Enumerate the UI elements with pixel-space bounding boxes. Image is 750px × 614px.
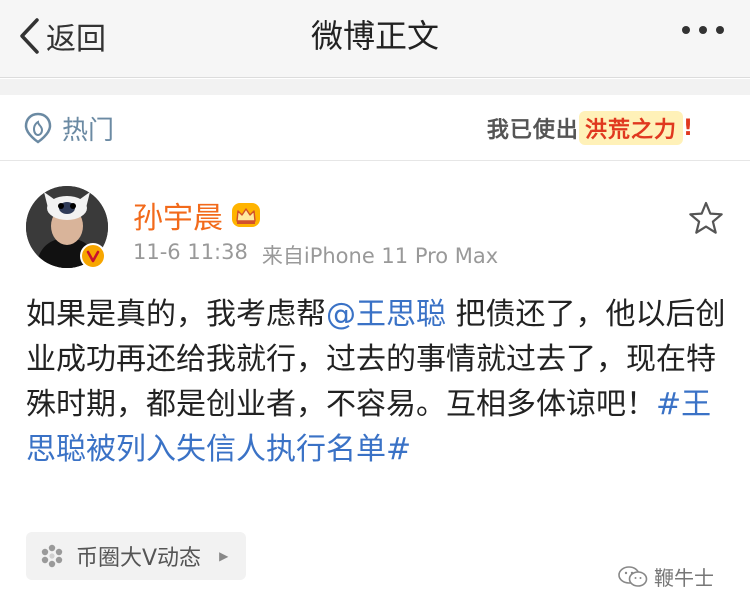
tab-hot[interactable]: 热门 xyxy=(24,108,114,148)
source-chip[interactable]: 币圈大V动态 ▶ xyxy=(26,532,247,580)
dot-icon xyxy=(699,26,707,34)
section-divider xyxy=(0,79,750,95)
wechat-icon xyxy=(618,565,648,587)
post-text-part-1: 如果是真的，我考虑帮 xyxy=(26,297,326,332)
verified-v-icon xyxy=(86,250,100,263)
username: 孙宇晨 xyxy=(133,201,223,236)
slogan-suffix: ! xyxy=(682,115,694,141)
navigation-bar: 返回 微博正文 xyxy=(0,0,750,78)
post-body: 如果是真的，我考虑帮@王思聪 把债还了，他以后创业成功再还给我就行，过去的事情就… xyxy=(26,292,726,472)
slogan-highlight: 洪荒之力 xyxy=(578,111,683,145)
dot-icon xyxy=(682,26,690,34)
post-source: 来自iPhone 11 Pro Max xyxy=(261,244,499,268)
watermark: 鞭牛士 xyxy=(618,562,714,591)
slogan-banner: 我已使出 洪荒之力 ! xyxy=(486,111,694,145)
tab-hot-label: 热门 xyxy=(62,115,115,146)
source-chip-label: 币圈大V动态 xyxy=(76,546,202,571)
post-date: 11-6 11:38 xyxy=(133,240,248,264)
username-link[interactable]: 孙宇晨 xyxy=(133,193,261,237)
verified-badge xyxy=(80,243,106,269)
hot-bar: 热门 我已使出 洪荒之力 ! xyxy=(0,95,750,161)
dot-icon xyxy=(716,26,724,34)
slogan-prefix: 我已使出 xyxy=(486,118,579,143)
hot-icon xyxy=(24,112,52,144)
more-menu-button[interactable] xyxy=(682,26,724,34)
triangle-right-icon: ▶ xyxy=(219,549,229,563)
mention-link[interactable]: @王思聪 xyxy=(326,297,446,332)
watermark-label: 鞭牛士 xyxy=(654,566,714,590)
post-meta: 11-6 11:38 来自iPhone 11 Pro Max xyxy=(133,240,498,270)
pinwheel-icon xyxy=(41,544,63,568)
page-title: 微博正文 xyxy=(310,17,439,55)
crown-icon xyxy=(232,203,260,227)
favorite-star-icon[interactable] xyxy=(688,200,724,236)
